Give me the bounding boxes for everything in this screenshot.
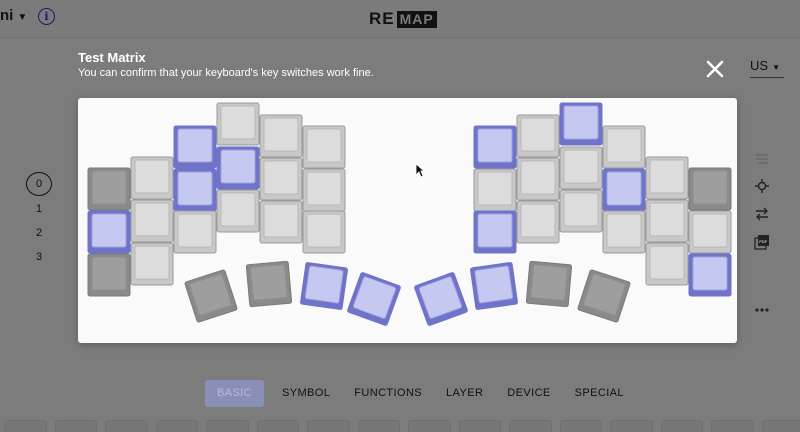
layer-1[interactable]: 1 — [26, 198, 52, 220]
key-pressed — [88, 211, 130, 253]
side-toolbar: PDF — [750, 150, 774, 326]
key-pressed — [603, 169, 645, 211]
key-dark — [185, 270, 238, 323]
remap-logo: REMAP — [369, 9, 437, 29]
tab-special[interactable]: SPECIAL — [563, 380, 636, 407]
pdf-icon[interactable]: PDF — [750, 234, 774, 254]
key-pressed — [217, 147, 259, 189]
list-icon[interactable] — [750, 150, 774, 170]
keycode-category-tabs: BASIC SYMBOL FUNCTIONS LAYER DEVICE SPEC… — [205, 380, 636, 407]
palette-key[interactable] — [307, 420, 350, 432]
key-dark — [578, 270, 631, 323]
keycode-palette-row — [0, 420, 800, 431]
key-pressed — [470, 262, 517, 309]
key-pressed — [300, 262, 347, 309]
key — [603, 126, 645, 168]
layer-2[interactable]: 2 — [26, 222, 52, 244]
key-pressed — [474, 211, 516, 253]
palette-key[interactable] — [358, 420, 401, 432]
dialog-title: Test Matrix — [78, 50, 146, 65]
palette-key[interactable] — [610, 420, 653, 432]
mouse-cursor — [415, 163, 425, 179]
palette-key[interactable] — [105, 420, 148, 432]
logo-suffix: MAP — [397, 11, 437, 28]
key-dark — [526, 261, 572, 307]
tab-layer[interactable]: LAYER — [434, 380, 495, 407]
close-icon[interactable] — [702, 56, 728, 82]
layer-3[interactable]: 3 — [26, 246, 52, 268]
key — [217, 103, 259, 145]
tab-functions[interactable]: FUNCTIONS — [342, 380, 434, 407]
palette-key[interactable] — [509, 420, 552, 432]
key — [131, 157, 173, 199]
key — [174, 211, 216, 253]
app-header: ni ▼ i REMAP — [0, 0, 800, 38]
palette-key[interactable] — [408, 420, 451, 432]
key — [260, 201, 302, 243]
key — [517, 115, 559, 157]
key-dark — [689, 168, 731, 210]
palette-key[interactable] — [156, 420, 199, 432]
test-matrix-panel — [78, 98, 737, 343]
layer-selector: 0 1 2 3 — [26, 172, 56, 270]
palette-key[interactable] — [560, 420, 603, 432]
key-dark — [88, 168, 130, 210]
key — [303, 169, 345, 211]
key-dark — [246, 261, 292, 307]
key — [217, 190, 259, 232]
key — [131, 200, 173, 242]
key — [517, 201, 559, 243]
keyboard-name: ni — [0, 7, 13, 24]
svg-text:PDF: PDF — [759, 239, 768, 244]
swap-icon[interactable] — [750, 206, 774, 226]
key-pressed — [560, 103, 602, 145]
tab-symbol[interactable]: SYMBOL — [270, 380, 342, 407]
key — [646, 243, 688, 285]
key — [560, 190, 602, 232]
key-pressed — [174, 169, 216, 211]
chevron-down-icon: ▼ — [772, 63, 780, 72]
palette-key[interactable] — [206, 420, 249, 432]
key — [560, 147, 602, 189]
key — [603, 211, 645, 253]
dialog-subtitle: You can confirm that your keyboard's key… — [78, 67, 374, 79]
palette-key[interactable] — [661, 420, 704, 432]
keyboard-matrix — [78, 98, 737, 343]
chevron-down-icon: ▼ — [17, 12, 27, 23]
key — [260, 158, 302, 200]
tab-device[interactable]: DEVICE — [495, 380, 562, 407]
key — [131, 243, 173, 285]
key — [303, 211, 345, 253]
keyboard-name-dropdown[interactable]: ni ▼ — [0, 7, 27, 24]
language-select[interactable]: US ▼ — [750, 58, 784, 78]
info-icon[interactable]: i — [38, 8, 55, 25]
key-pressed — [414, 272, 468, 326]
key — [517, 158, 559, 200]
key-pressed — [347, 272, 401, 326]
key-pressed — [174, 126, 216, 168]
key — [474, 169, 516, 211]
key-pressed — [474, 126, 516, 168]
key — [689, 211, 731, 253]
palette-key[interactable] — [762, 420, 800, 432]
key-dark — [88, 254, 130, 296]
layer-0[interactable]: 0 — [26, 172, 52, 196]
palette-key[interactable] — [459, 420, 502, 432]
palette-key[interactable] — [257, 420, 300, 432]
palette-key[interactable] — [55, 420, 98, 432]
tab-basic[interactable]: BASIC — [205, 380, 264, 407]
key-pressed — [689, 254, 731, 296]
palette-key[interactable] — [4, 420, 47, 432]
language-value: US — [750, 58, 768, 73]
key — [646, 157, 688, 199]
key — [260, 115, 302, 157]
crosshair-icon[interactable] — [750, 178, 774, 198]
key — [303, 126, 345, 168]
logo-prefix: RE — [369, 9, 395, 29]
key — [646, 200, 688, 242]
palette-key[interactable] — [711, 420, 754, 432]
more-icon[interactable] — [750, 298, 774, 318]
